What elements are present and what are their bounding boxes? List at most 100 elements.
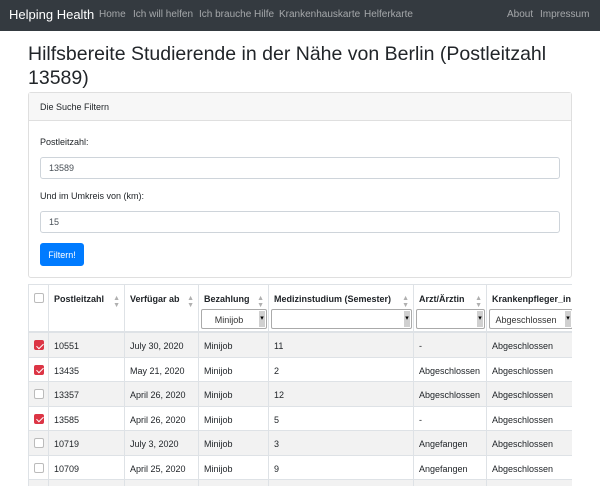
header-label: Bezahlung — [204, 294, 250, 304]
cell-text: July 3, 2020 — [130, 439, 179, 449]
cell-text: 10709 — [54, 463, 80, 474]
cell-text: Minijob — [204, 341, 233, 351]
row-select-checkbox[interactable] — [34, 438, 44, 448]
cell-bezahlung: Minijob — [199, 382, 269, 407]
table-row[interactable]: 13357 April 26, 2020 Minijob 12 Abgeschlosse… — [29, 382, 572, 407]
page-title: Hilfsbereite Studierende in der Nähe von… — [28, 43, 547, 89]
sort-icon[interactable]: ▲ ▼ — [402, 295, 409, 309]
row-select-checkbox[interactable] — [34, 389, 44, 399]
table-row[interactable]: 10719 July 3, 2020 Minijob 3 Angefangen Abges… — [29, 431, 572, 456]
header-krankenpfleger[interactable]: Krankenpfleger_in Abgeschlossen ▾ — [487, 285, 572, 333]
nav-about[interactable]: About — [507, 9, 533, 20]
cell-text: Minijob — [204, 365, 233, 376]
cell-text: 5 — [274, 414, 280, 425]
cell-text: 12 — [274, 390, 285, 400]
cell-postleitzahl: 13435 — [49, 357, 125, 382]
cell-text: 9 — [274, 463, 280, 474]
cell-text: Abgeschlossen — [492, 390, 554, 400]
header-bezahlung[interactable]: Bezahlung ▲ ▼ Minijob ▾ — [199, 285, 269, 333]
brand-link[interactable]: Helping Health — [9, 7, 94, 22]
cell-text: April 26, 2020 — [130, 390, 186, 400]
cell-bezahlung: Minijob — [199, 357, 269, 382]
filter-submit-button[interactable]: Filtern! — [40, 243, 84, 266]
row-select-checkbox[interactable] — [34, 364, 44, 375]
table-row[interactable]: 13585 April 26, 2020 Minijob 5 - Abgeschlosse… — [29, 406, 572, 431]
cell-medizinstudium: 5 — [269, 406, 414, 431]
select-all-checkbox[interactable] — [34, 293, 44, 303]
cell-postleitzahl: 10709 — [49, 455, 125, 480]
cell-text: Abgeschlossen — [492, 439, 554, 449]
header-verfuegbar-ab[interactable]: Verfügar ab ▲ ▼ — [125, 285, 199, 333]
bezahlung-filter-select[interactable]: Minijob ▾ — [201, 309, 267, 329]
filter-card: Die Suche Filtern Postleitzahl: Und im U… — [28, 92, 572, 278]
sort-icon[interactable]: ▲ ▼ — [475, 295, 482, 309]
cell-postleitzahl: 13357 — [49, 382, 125, 407]
cell-text: May 21, 2020 — [130, 365, 185, 376]
table-row[interactable]: 10551 July 30, 2020 Minijob 11 - Abgeschlosse… — [29, 333, 572, 358]
cell-medizinstudium: 3 — [269, 431, 414, 456]
cell-text: July 30, 2020 — [130, 341, 184, 351]
cell-text: 13585 — [54, 414, 80, 425]
row-select-checkbox[interactable] — [34, 462, 44, 473]
postcode-input[interactable] — [40, 157, 560, 179]
nav-home[interactable]: Home — [99, 9, 126, 20]
filter-select-value: Abgeschlossen — [495, 315, 557, 325]
row-select-checkbox[interactable] — [34, 340, 44, 350]
header-postleitzahl[interactable]: Postleitzahl ▲ ▼ — [49, 285, 125, 333]
chevron-down-icon: ▾ — [565, 311, 571, 327]
nav-ich-will-helfen[interactable]: Ich will helfen — [133, 9, 193, 20]
arzt-filter-select[interactable]: ▾ — [416, 309, 485, 329]
sort-icon[interactable]: ▲ ▼ — [113, 295, 120, 309]
cell-text: Angefangen — [419, 463, 468, 474]
nav-impressum[interactable]: Impressum — [540, 9, 589, 20]
cell-text: Minijob — [204, 414, 233, 425]
cell-text: 2 — [274, 365, 280, 376]
filter-select-value: Minijob — [214, 315, 244, 325]
cell-text: Minijob — [204, 390, 233, 400]
cell-text: Abgeschlossen — [492, 365, 554, 376]
table-row[interactable]: 10709 April 25, 2020 Minijob 9 Angefangen Abg… — [29, 455, 572, 481]
header-select-cell — [29, 285, 49, 333]
table-header: Postleitzahl ▲ ▼ Verfügar ab ▲ ▼ Bezahlung… — [29, 285, 572, 333]
cell-select — [29, 382, 49, 407]
cell-text: Minijob — [204, 439, 233, 449]
radius-input[interactable] — [40, 211, 560, 233]
cell-text: Abgeschlossen — [419, 390, 481, 400]
cell-verfuegbar-ab: July 30, 2020 — [125, 333, 199, 358]
medizinstudium-filter-select[interactable]: ▾ — [271, 309, 412, 329]
navbar: Helping Health Home Ich will helfen Ich … — [0, 0, 600, 31]
cell-medizinstudium: 12 — [269, 382, 414, 407]
cell-text: 10719 — [54, 439, 80, 449]
chevron-down-icon: ▾ — [259, 311, 265, 327]
nav-helferkarte[interactable]: Helferkarte — [364, 9, 413, 20]
header-medizinstudium[interactable]: Medizinstudium (Semester) ▲ ▼ ▾ — [269, 285, 414, 333]
nav-krankenhauskarte[interactable]: Krankenhauskarte — [279, 9, 360, 20]
cell-postleitzahl: 10719 — [49, 431, 125, 456]
cell-text: - — [419, 341, 422, 351]
cell-krankenpfleger: Abgeschlossen — [487, 456, 572, 481]
cell-text: Abgeschlossen — [492, 463, 554, 474]
krankenpfleger-filter-select[interactable]: Abgeschlossen ▾ — [489, 309, 572, 329]
table-row[interactable] — [29, 480, 572, 486]
cell-select — [29, 431, 49, 456]
cell-bezahlung — [199, 480, 269, 486]
table-row[interactable]: 13435 May 21, 2020 Minijob 2 Abgeschlossen Ab… — [29, 357, 572, 382]
sort-icon[interactable]: ▲ ▼ — [187, 295, 194, 309]
postcode-label: Postleitzahl: — [40, 137, 89, 147]
header-arzt[interactable]: Arzt/Ärztin ▲ ▼ ▾ — [414, 285, 487, 333]
cell-medizinstudium: 9 — [269, 455, 414, 480]
cell-arzt: - — [414, 406, 487, 431]
cell-text: April 25, 2020 — [130, 463, 186, 474]
cell-verfuegbar-ab: May 21, 2020 — [125, 357, 199, 382]
cell-text: - — [419, 414, 422, 425]
cell-text: 13435 — [54, 365, 80, 376]
row-select-checkbox[interactable] — [34, 413, 44, 424]
cell-text: Abgeschlossen — [492, 341, 554, 351]
nav-ich-brauche-hilfe[interactable]: Ich brauche Hilfe — [199, 9, 274, 20]
sort-icon[interactable]: ▲ ▼ — [257, 295, 264, 309]
cell-select — [29, 455, 49, 480]
cell-arzt: Abgeschlossen — [414, 382, 487, 407]
helpers-table: Postleitzahl ▲ ▼ Verfügar ab ▲ ▼ Bezahlung… — [28, 284, 572, 486]
cell-text: 11 — [274, 341, 284, 351]
header-label: Postleitzahl — [54, 294, 105, 304]
